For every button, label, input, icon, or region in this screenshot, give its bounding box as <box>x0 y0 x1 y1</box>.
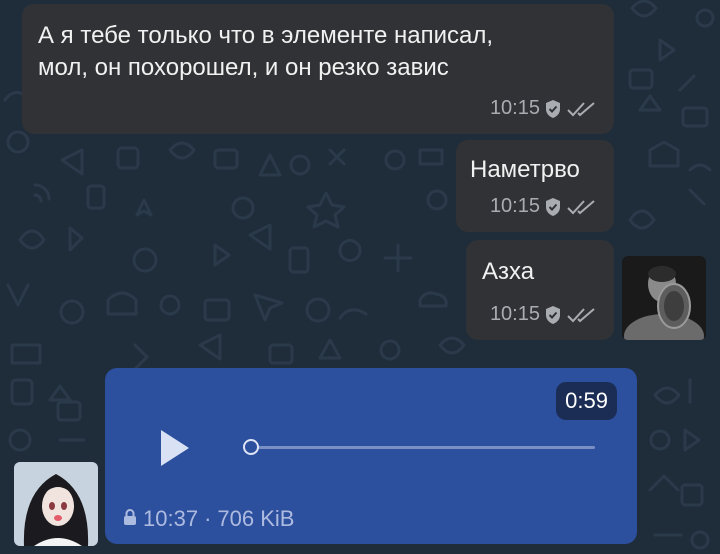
message-time: 10:15 <box>489 195 540 217</box>
double-check-icon <box>566 197 598 217</box>
message-bubble[interactable]: А я тебе только что в элементе написал, … <box>22 4 614 134</box>
voice-duration: 0:59 <box>556 382 617 420</box>
message-bubble[interactable]: Наметрво 10:15 <box>456 140 614 232</box>
message-text: Азха <box>482 258 535 285</box>
lock-icon <box>123 506 137 532</box>
voice-seek-track[interactable] <box>245 446 595 449</box>
message-meta: 10:15 <box>490 303 598 326</box>
message-text: Наметрво <box>470 156 580 183</box>
shield-check-icon <box>544 99 562 119</box>
meta-separator: · <box>204 506 212 531</box>
voice-meta: 10:37 · 706 KiB <box>123 506 294 532</box>
message-time: 10:15 <box>489 303 540 325</box>
voice-message-bubble[interactable]: 0:59 10:37 · 706 KiB <box>105 368 637 544</box>
voice-sender-avatar[interactable] <box>14 462 98 546</box>
shield-check-icon <box>544 197 562 217</box>
message-time: 10:15 <box>489 97 540 119</box>
message-text: А я тебе только что в элементе написал, … <box>38 22 494 81</box>
voice-seek-handle[interactable] <box>243 439 259 455</box>
message-bubble[interactable]: Азха 10:15 <box>466 240 614 340</box>
voice-file-size: 706 KiB <box>217 506 295 531</box>
message-meta: 10:15 <box>490 97 598 120</box>
play-icon[interactable] <box>157 428 193 468</box>
shield-check-icon <box>544 305 562 325</box>
sender-avatar[interactable] <box>622 256 706 340</box>
voice-time: 10:37 <box>143 506 199 531</box>
message-meta: 10:15 <box>490 195 598 218</box>
double-check-icon <box>566 305 598 325</box>
double-check-icon <box>566 99 598 119</box>
